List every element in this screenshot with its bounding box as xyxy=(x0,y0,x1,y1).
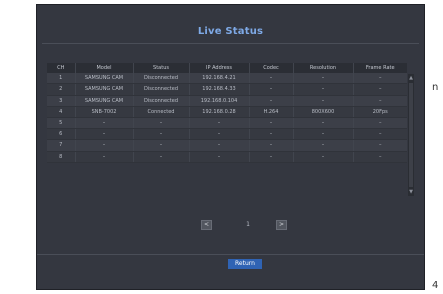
cell-model: SAMSUNG CAM xyxy=(75,83,134,96)
table-row: 6 – – – – – – xyxy=(47,128,407,141)
cell-model: – xyxy=(75,151,134,163)
table-row: 3 SAMSUNG CAM Disconnected 192.168.0.104… xyxy=(47,95,407,107)
cell-codec: – xyxy=(249,95,294,107)
cell-ip-address: – xyxy=(189,151,250,163)
cell-ch: 3 xyxy=(47,95,76,107)
table-row: 7 – – – – – – xyxy=(47,139,407,152)
cell-ip-address: 192.168.0.104 xyxy=(189,95,250,107)
table-row: 5 – – – – – – xyxy=(47,117,407,130)
cell-ip-address: 192.168.0.28 xyxy=(189,106,250,118)
cell-ip-address: 192.168.4.21 xyxy=(189,73,250,85)
cell-ip-address: 192.168.4.33 xyxy=(189,83,250,96)
table-scrollbar[interactable]: ▲ ▼ xyxy=(408,74,414,196)
cell-frame-rate: – xyxy=(353,83,407,96)
cell-frame-rate: – xyxy=(353,128,407,141)
return-button[interactable]: Return xyxy=(228,259,262,269)
cell-ch: 8 xyxy=(47,151,76,163)
cell-ch: 7 xyxy=(47,139,76,152)
scroll-up-arrow-icon[interactable]: ▲ xyxy=(408,74,414,82)
column-header-resolution: Resolution xyxy=(293,63,354,74)
cell-resolution: – xyxy=(293,117,354,130)
cell-status: – xyxy=(133,117,190,130)
table-header-row: CH Model Status IP Address Codec Resolut… xyxy=(47,63,407,74)
cell-codec: – xyxy=(249,117,294,130)
column-header-codec: Codec xyxy=(249,63,294,74)
page-number: 1 xyxy=(246,221,250,228)
cell-model: SNB-7002 xyxy=(75,106,134,118)
cell-frame-rate: 20Fps xyxy=(353,106,407,118)
cell-codec: – xyxy=(249,151,294,163)
cell-model: – xyxy=(75,139,134,152)
column-header-ip-address: IP Address xyxy=(189,63,250,74)
cell-model: SAMSUNG CAM xyxy=(75,73,134,85)
cell-codec: – xyxy=(249,83,294,96)
cell-frame-rate: – xyxy=(353,73,407,85)
column-header-frame-rate: Frame Rate xyxy=(365,65,395,72)
live-status-dialog: Live Status CH Model Status IP Address C… xyxy=(36,4,425,290)
cell-status: Disconnected xyxy=(133,73,190,85)
cell-model: – xyxy=(75,128,134,141)
cell-codec: – xyxy=(249,73,294,85)
cell-status: Disconnected xyxy=(133,83,190,96)
cell-ch: 6 xyxy=(47,128,76,141)
next-page-button[interactable]: > xyxy=(276,220,287,230)
table-row: 4 SNB-7002 Connected 192.168.0.28 H.264 … xyxy=(47,106,407,118)
cell-codec: – xyxy=(249,128,294,141)
column-header-status: Status xyxy=(133,63,190,74)
cell-ip-address: – xyxy=(189,139,250,152)
cell-status: Connected xyxy=(133,106,190,118)
table-row: 8 – – – – – – xyxy=(47,151,407,163)
cell-resolution: – xyxy=(293,128,354,141)
cell-frame-rate: – xyxy=(353,139,407,152)
status-table: CH Model Status IP Address Codec Resolut… xyxy=(47,63,407,163)
cell-frame-rate: – xyxy=(353,95,407,107)
cell-frame-rate: – xyxy=(353,117,407,130)
previous-page-button[interactable]: < xyxy=(201,220,212,230)
cell-status: Disconnected xyxy=(133,95,190,107)
column-header-ch: CH xyxy=(47,63,76,74)
cell-ch: 2 xyxy=(47,83,76,96)
cell-resolution: – xyxy=(293,73,354,85)
table-row: 2 SAMSUNG CAM Disconnected 192.168.4.33 … xyxy=(47,83,407,96)
cell-codec: H.264 xyxy=(249,106,294,118)
cell-status: – xyxy=(133,128,190,141)
scrollbar-thumb[interactable] xyxy=(409,83,413,187)
edge-text-fragment: n xyxy=(432,82,439,93)
status-table-container: CH Model Status IP Address Codec Resolut… xyxy=(47,63,407,163)
scroll-down-arrow-icon[interactable]: ▼ xyxy=(408,188,414,196)
cell-ip-address: – xyxy=(189,117,250,130)
cell-ch: 5 xyxy=(47,117,76,130)
cell-ch: 4 xyxy=(47,106,76,118)
cell-status: – xyxy=(133,139,190,152)
cell-ch: 1 xyxy=(47,73,76,85)
cell-ip-address: – xyxy=(189,128,250,141)
cell-codec: – xyxy=(249,139,294,152)
cell-status: – xyxy=(133,151,190,163)
cell-model: – xyxy=(75,117,134,130)
cell-model: SAMSUNG CAM xyxy=(75,95,134,107)
footer-divider xyxy=(37,254,424,255)
cell-frame-rate: – xyxy=(353,151,407,163)
dialog-title: Live Status xyxy=(197,26,264,37)
title-divider xyxy=(42,43,419,44)
edge-text-fragment: 4 xyxy=(432,280,439,291)
column-header-model: Model xyxy=(75,63,134,74)
cell-resolution: 800X600 xyxy=(293,106,354,118)
cell-resolution: – xyxy=(293,95,354,107)
table-row: 1 SAMSUNG CAM Disconnected 192.168.4.21 … xyxy=(47,73,407,85)
cell-resolution: – xyxy=(293,139,354,152)
cell-resolution: – xyxy=(293,151,354,163)
cell-resolution: – xyxy=(293,83,354,96)
